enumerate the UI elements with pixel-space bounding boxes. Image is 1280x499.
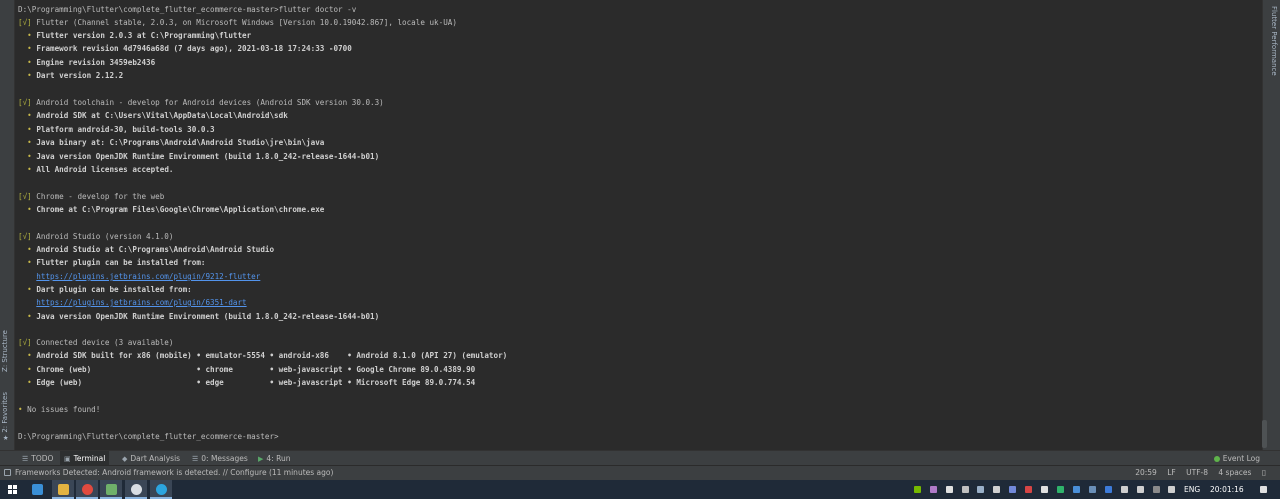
taskbar-app[interactable] <box>150 480 172 499</box>
devices-section-header: [√] Connected device (3 available) <box>18 338 174 347</box>
list-item: • Framework revision 4d7946a68d (7 days … <box>27 44 352 53</box>
line-separator[interactable]: LF <box>1167 468 1176 477</box>
windows-logo-icon <box>8 485 17 494</box>
tray-icon[interactable] <box>1025 486 1032 493</box>
tray-icon[interactable] <box>993 486 1000 493</box>
list-item: • Platform android-30, build-tools 30.0.… <box>27 125 215 134</box>
start-button[interactable] <box>0 480 22 499</box>
tray-icon[interactable] <box>1168 486 1175 493</box>
structure-tab[interactable]: Z: Structure <box>1 330 13 372</box>
taskbar-app[interactable] <box>125 480 147 499</box>
file-encoding[interactable]: UTF-8 <box>1186 468 1208 477</box>
flutter-performance-tab[interactable]: Flutter Performance <box>1266 6 1278 76</box>
status-bar: Frameworks Detected: Android framework i… <box>0 465 1280 480</box>
cloud-icon[interactable] <box>977 486 984 493</box>
taskbar-app[interactable] <box>26 480 48 499</box>
list-item: • Dart plugin can be installed from: <box>27 285 192 294</box>
list-item: • Dart version 2.12.2 <box>27 71 124 80</box>
tray-icon[interactable] <box>1089 486 1096 493</box>
device-row: • Chrome (web) • chrome • web-javascript… <box>27 365 476 374</box>
cursor-position[interactable]: 20:59 <box>1135 468 1157 477</box>
android-studio-icon <box>106 484 117 495</box>
taskbar-app[interactable] <box>52 480 74 499</box>
list-item: • Engine revision 3459eb2436 <box>27 58 156 67</box>
star-icon[interactable]: ★ <box>3 433 8 443</box>
list-item: • Java binary at: C:\Programs\Android\An… <box>27 138 325 147</box>
desktop-icon <box>32 484 43 495</box>
tab-terminal[interactable]: ▣ Terminal <box>60 451 110 466</box>
prompt-line: D:\Programming\Flutter\complete_flutter_… <box>18 5 357 14</box>
list-item: • Flutter plugin can be installed from: <box>27 258 206 267</box>
dart-plugin-link-line: https://plugins.jetbrains.com/plugin/635… <box>18 297 246 309</box>
lock-icon[interactable]: ▯ <box>1262 468 1266 477</box>
language-indicator[interactable]: ENG <box>1184 480 1200 499</box>
device-row: • Android SDK built for x86 (mobile) • e… <box>27 351 508 360</box>
tool-window-tabbar: ☰ TODO ▣ Terminal ◆ Dart Analysis ☰ 0: Messa… <box>0 450 1280 466</box>
bluetooth-icon[interactable] <box>1105 486 1112 493</box>
right-tool-strip: Flutter Performance <box>1262 0 1280 450</box>
tray-icon[interactable] <box>1073 486 1080 493</box>
list-item: • Android SDK at C:\Users\Vital\AppData\… <box>27 111 288 120</box>
volume-icon[interactable] <box>1137 486 1144 493</box>
tray-icon[interactable] <box>1041 486 1048 493</box>
favorites-tab[interactable]: 2: Favorites <box>1 392 13 433</box>
left-tool-strip: Z: Structure 2: Favorites ★ <box>0 0 15 450</box>
list-item: • Flutter version 2.0.3 at C:\Programmin… <box>27 31 252 40</box>
list-item: • Java version OpenJDK Runtime Environme… <box>27 152 380 161</box>
event-log-icon <box>1213 456 1220 462</box>
taskbar-app[interactable] <box>76 480 98 499</box>
terminal-scrollbar[interactable] <box>1262 420 1267 448</box>
flutter-plugin-link[interactable]: https://plugins.jetbrains.com/plugin/921… <box>36 272 260 281</box>
list-item: • Chrome at C:\Program Files\Google\Chro… <box>27 205 325 214</box>
status-message[interactable]: Frameworks Detected: Android framework i… <box>15 466 333 480</box>
steam-icon[interactable] <box>962 486 969 493</box>
tab-run[interactable]: ▶ 4: Run <box>254 451 294 466</box>
indent-setting[interactable]: 4 spaces <box>1218 468 1251 477</box>
frameworks-icon <box>4 469 11 476</box>
windows-taskbar: ENG 20:01:16 <box>0 480 1280 499</box>
no-issues-line: • No issues found! <box>18 405 101 414</box>
tray-icon[interactable] <box>1153 486 1160 493</box>
android-section-header: [√] Android toolchain - develop for Andr… <box>18 98 384 107</box>
file-explorer-icon <box>58 484 69 495</box>
dart-plugin-link[interactable]: https://plugins.jetbrains.com/plugin/635… <box>36 298 246 307</box>
app-icon <box>131 484 142 495</box>
network-icon[interactable] <box>1121 486 1128 493</box>
notification-icon[interactable] <box>1260 486 1267 493</box>
list-item: • Android Studio at C:\Programs\Android\… <box>27 245 275 254</box>
tray-icon[interactable] <box>930 486 937 493</box>
chrome-section-header: [√] Chrome - develop for the web <box>18 192 165 201</box>
final-prompt-line: D:\Programming\Flutter\complete_flutter_… <box>18 432 279 441</box>
tab-messages[interactable]: ☰ 0: Messages <box>188 451 252 466</box>
list-item: • Java version OpenJDK Runtime Environme… <box>27 312 380 321</box>
event-log-button[interactable]: Event Log <box>1213 451 1260 466</box>
clock[interactable]: 20:01:16 <box>1210 480 1244 499</box>
chrome-icon <box>82 484 93 495</box>
taskbar-app[interactable] <box>100 480 122 499</box>
nvidia-icon[interactable] <box>914 486 921 493</box>
list-item: • All Android licenses accepted. <box>27 165 174 174</box>
telegram-icon <box>156 484 167 495</box>
terminal-output[interactable]: D:\Programming\Flutter\complete_flutter_… <box>15 0 1261 450</box>
tray-icon[interactable] <box>946 486 953 493</box>
tab-todo[interactable]: ☰ TODO <box>18 451 57 466</box>
flutter-section-header: [√] Flutter (Channel stable, 2.0.3, on M… <box>18 18 457 27</box>
tab-dart-analysis[interactable]: ◆ Dart Analysis <box>118 451 184 466</box>
tray-icon[interactable] <box>1057 486 1064 493</box>
discord-icon[interactable] <box>1009 486 1016 493</box>
device-row: • Edge (web) • edge • web-javascript • M… <box>27 378 476 387</box>
studio-section-header: [√] Android Studio (version 4.1.0) <box>18 232 174 241</box>
flutter-plugin-link-line: https://plugins.jetbrains.com/plugin/921… <box>18 271 260 283</box>
